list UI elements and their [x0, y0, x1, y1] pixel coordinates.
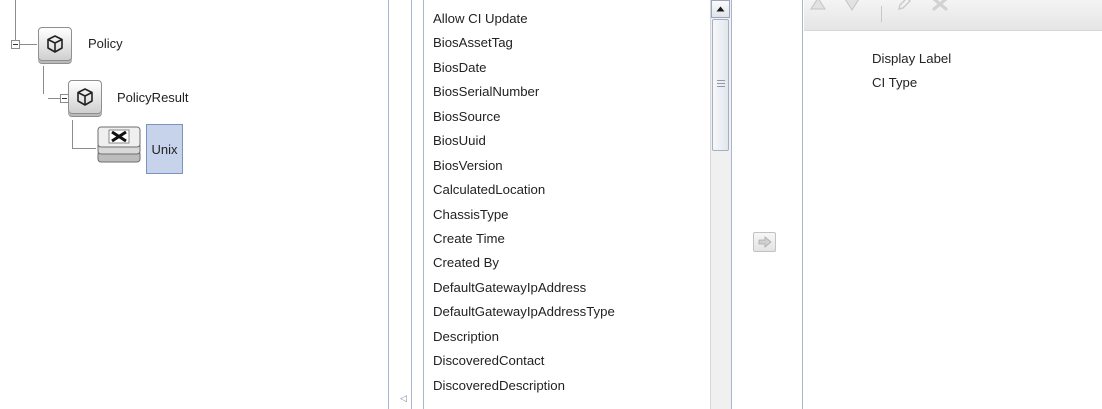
policyresult-node-icon[interactable] [68, 80, 102, 114]
list-item[interactable]: BiosAssetTag [433, 31, 615, 55]
list-item[interactable]: BiosVersion [433, 154, 615, 178]
unix-node-icon[interactable] [96, 125, 142, 165]
list-item[interactable]: CI Type [872, 71, 951, 95]
list-item[interactable]: Display Label [872, 47, 951, 71]
list-item[interactable]: BiosSource [433, 105, 615, 129]
tree-connector [20, 44, 37, 45]
tree-label-policy[interactable]: Policy [88, 36, 123, 51]
selected-toolbar [804, 0, 1102, 31]
scroll-thumb[interactable] [712, 19, 729, 151]
tree-label-unix: Unix [151, 141, 178, 157]
grip-icon [717, 80, 725, 88]
tree-connector [72, 148, 96, 149]
delete-icon[interactable] [930, 0, 950, 14]
move-down-icon[interactable] [842, 0, 862, 14]
panel-divider [802, 0, 803, 409]
add-attribute-button[interactable] [753, 232, 776, 252]
edit-icon[interactable] [894, 0, 914, 14]
splitter-bar[interactable] [411, 0, 412, 409]
tree-label-unix-selected[interactable]: Unix [146, 124, 183, 174]
available-attributes-list: Allow CI Update BiosAssetTag BiosDate Bi… [433, 7, 615, 398]
scroll-up-button[interactable] [711, 0, 730, 18]
arrow-right-icon [758, 236, 772, 248]
list-item[interactable]: BiosSerialNumber [433, 80, 615, 104]
list-item[interactable]: ChassisType [433, 203, 615, 227]
list-item[interactable]: DefaultGatewayIpAddress [433, 276, 615, 300]
list-border [731, 0, 732, 409]
list-item[interactable]: Description [433, 325, 615, 349]
arrow-up-icon [716, 6, 725, 12]
list-item[interactable]: DefaultGatewayIpAddressType [433, 300, 615, 324]
list-item[interactable]: Create Time [433, 227, 615, 251]
ci-cube-icon [77, 88, 93, 106]
list-item[interactable]: DiscoveredContact [433, 349, 615, 373]
list-item[interactable]: Created By [433, 251, 615, 275]
list-border [423, 0, 424, 409]
policy-node-icon[interactable] [38, 27, 72, 61]
tree-connector [72, 120, 73, 148]
tree-label-policyresult[interactable]: PolicyResult [117, 90, 189, 105]
list-item[interactable]: Allow CI Update [433, 7, 615, 31]
selected-attributes-list: Display Label CI Type [872, 47, 951, 95]
collapse-toggle-policy[interactable] [11, 40, 20, 49]
move-up-icon[interactable] [808, 0, 828, 14]
list-item[interactable]: DiscoveredDescription [433, 374, 615, 398]
toolbar-separator [881, 6, 882, 22]
ci-cube-icon [47, 35, 63, 53]
list-item[interactable]: BiosUuid [433, 129, 615, 153]
panel-divider [388, 0, 389, 409]
collapse-left-icon[interactable]: ◁ [400, 393, 407, 404]
tree-connector [43, 66, 44, 94]
list-item[interactable]: BiosDate [433, 56, 615, 80]
list-item[interactable]: CalculatedLocation [433, 178, 615, 202]
tree-connector [15, 0, 16, 40]
